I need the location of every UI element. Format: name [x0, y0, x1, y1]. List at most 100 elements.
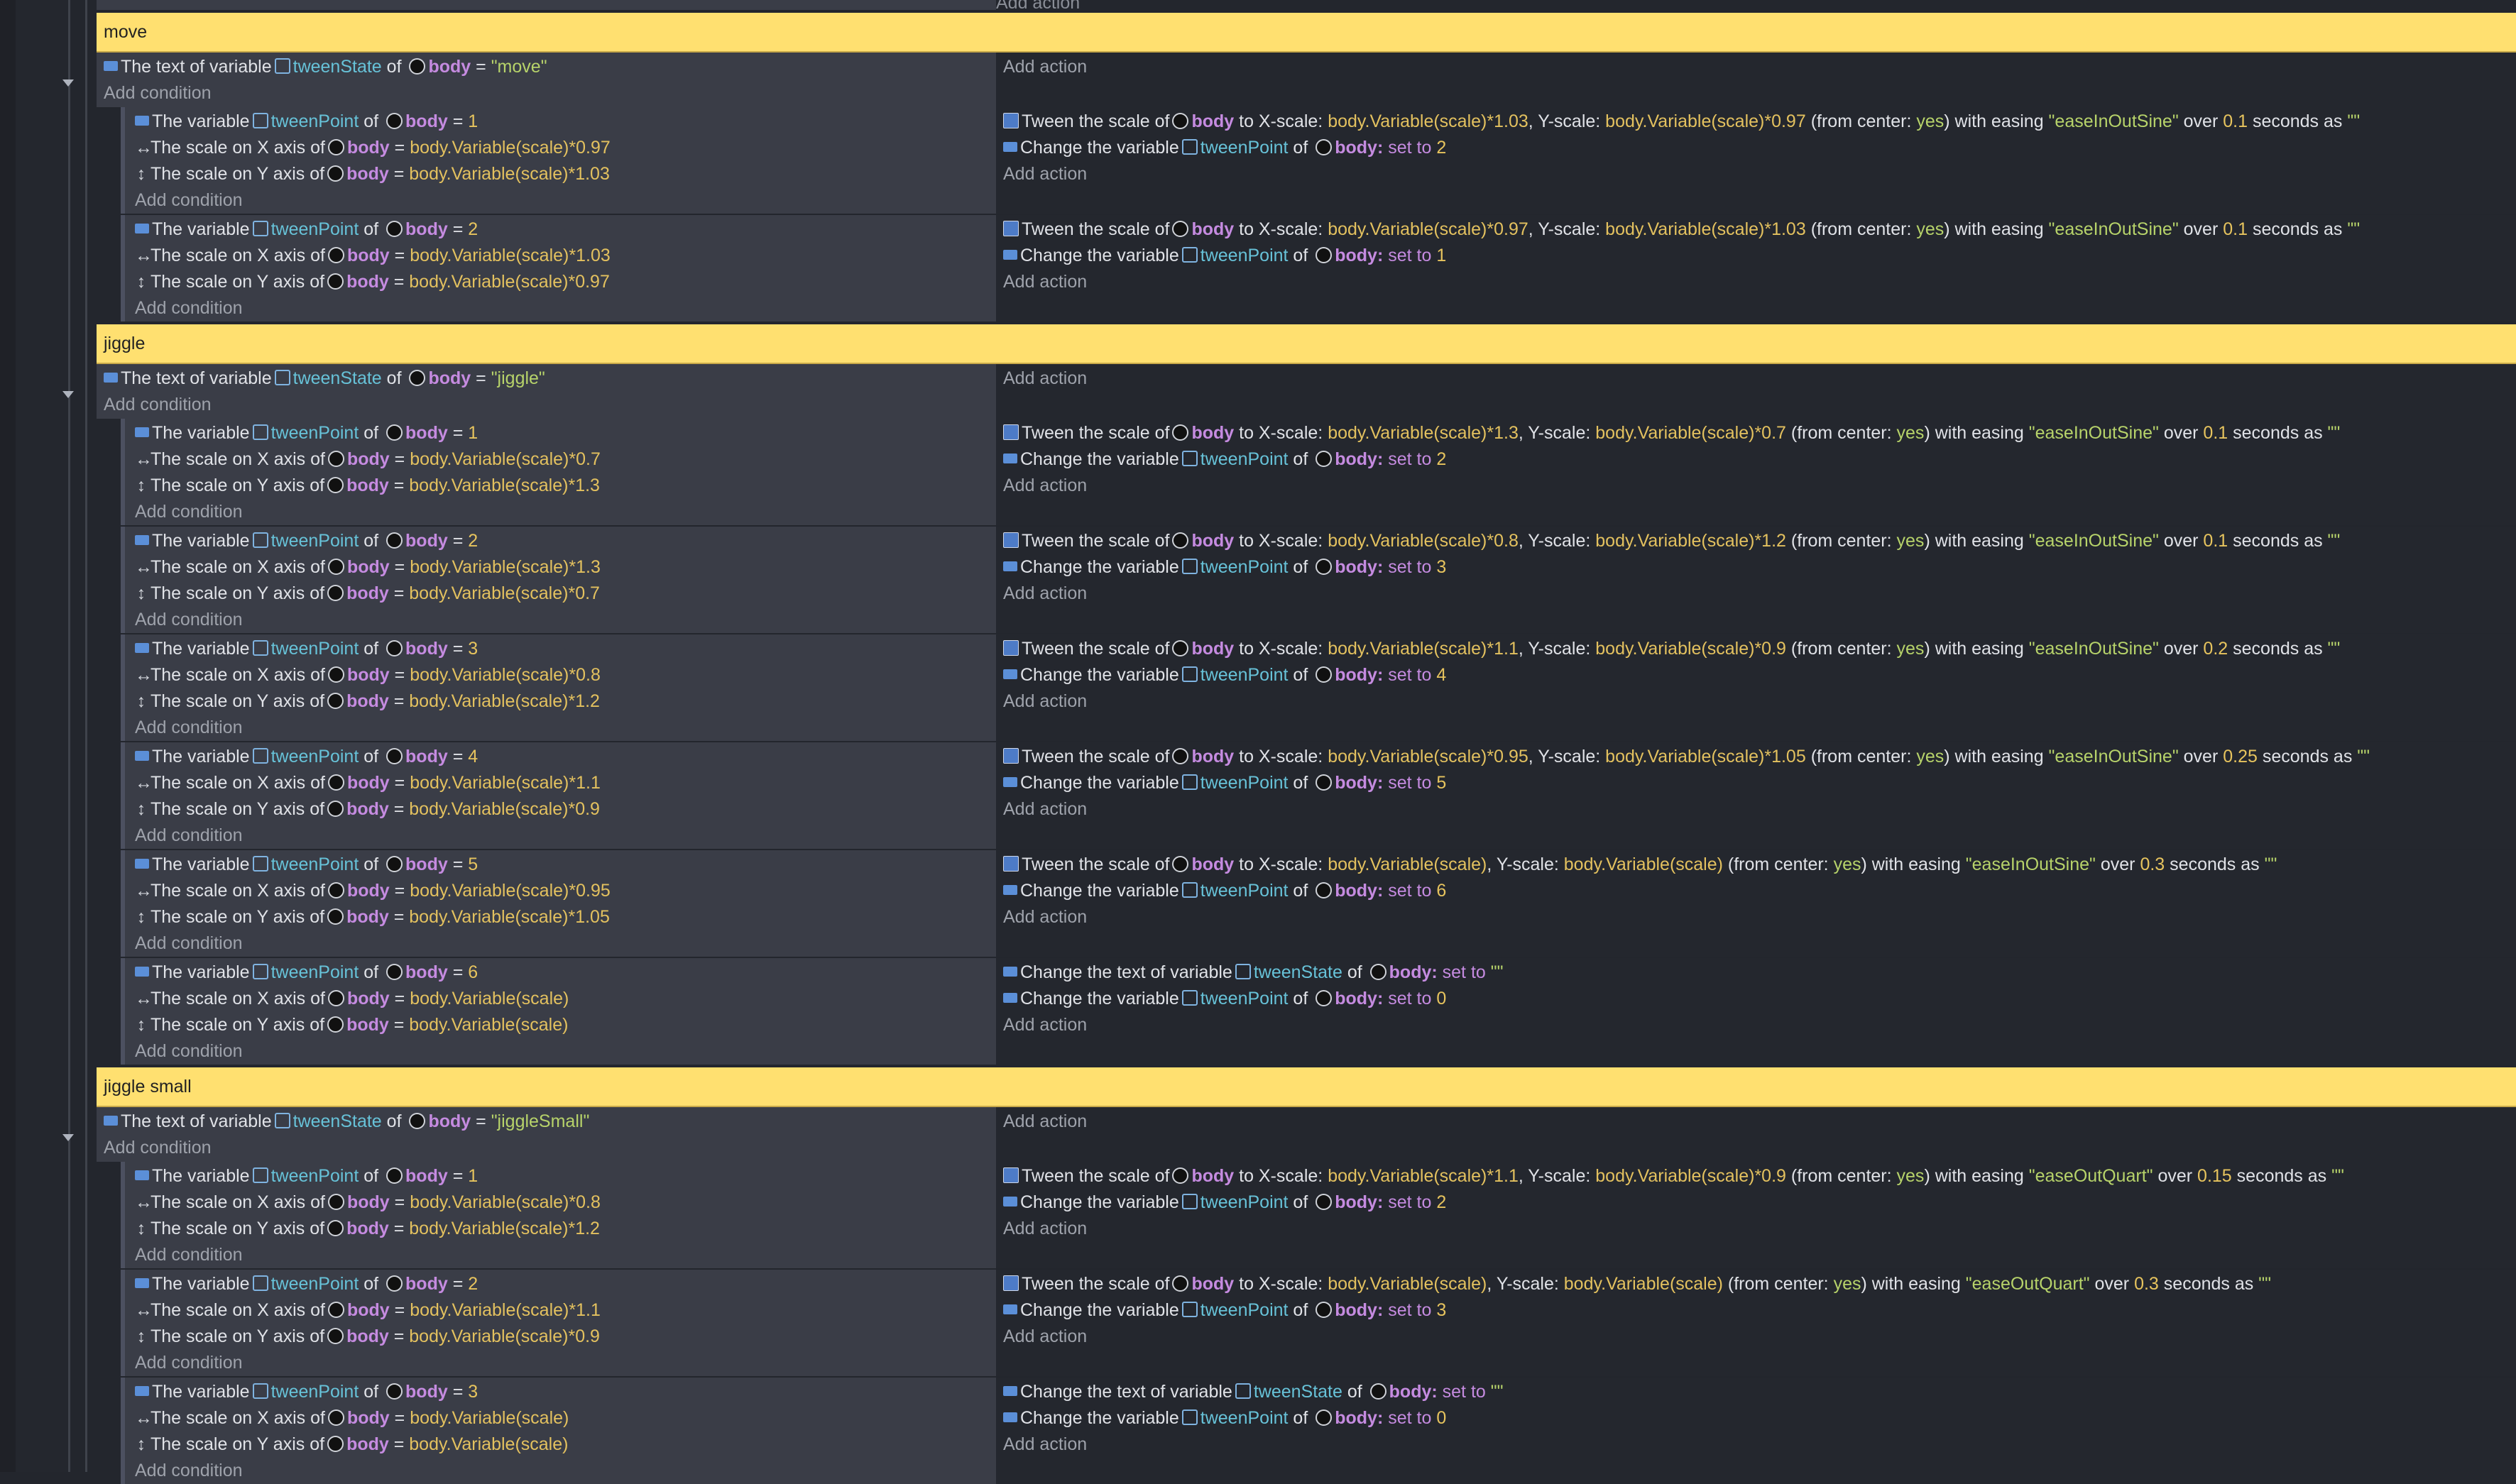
action-row[interactable]: Change the variable tweenPoint of body: s…: [1003, 1189, 1446, 1216]
add-action-link[interactable]: Add action: [1003, 796, 1087, 823]
condition-row[interactable]: ↕ The scale on Y axis of body = body.Varia…: [135, 796, 600, 823]
condition-row[interactable]: ↕ The scale on Y axis of body = body.Varia…: [135, 161, 610, 187]
add-action-link[interactable]: Add action: [996, 0, 1080, 13]
add-condition-link[interactable]: Add condition: [135, 1242, 243, 1268]
add-condition-link[interactable]: Add condition: [135, 1350, 243, 1376]
action-row[interactable]: Change the variable tweenPoint of body: s…: [1003, 770, 1446, 796]
add-action-link[interactable]: Add action: [1003, 161, 1087, 187]
condition-row[interactable]: ↔The scale on X axis of body = body.Varia…: [135, 770, 601, 796]
condition-row[interactable]: ↕ The scale on Y axis of body = body.Varia…: [135, 1216, 600, 1242]
condition-row[interactable]: The variable tweenPoint of body = 6: [135, 960, 478, 986]
text-segment: ) with easing: [1944, 111, 2049, 131]
condition-row[interactable]: The text of variable tweenState of body =…: [104, 365, 545, 392]
condition-row[interactable]: ↕ The scale on Y axis of body = body.Varia…: [135, 473, 600, 499]
condition-row[interactable]: ↔The scale on X axis of body = body.Varia…: [135, 135, 611, 161]
add-action-link[interactable]: Add action: [1003, 904, 1087, 930]
condition-row[interactable]: ↔The scale on X axis of body = body.Varia…: [135, 1405, 569, 1431]
condition-row[interactable]: The variable tweenPoint of body = 2: [135, 216, 478, 243]
add-action-link[interactable]: Add action: [1003, 54, 1087, 80]
action-row[interactable]: Tween the scale of body to X-scale: body.…: [1003, 636, 2340, 662]
condition-row[interactable]: ↔The scale on X axis of body = body.Varia…: [135, 1189, 601, 1216]
vertical-arrows-icon: ↕: [136, 1434, 146, 1454]
group-header[interactable]: move: [97, 13, 2516, 53]
action-row[interactable]: Tween the scale of body to X-scale: body.…: [1003, 528, 2340, 554]
collapse-toggle[interactable]: [62, 1134, 74, 1141]
action-row[interactable]: Tween the scale of body to X-scale: body.…: [1003, 744, 2370, 770]
action-row[interactable]: Change the variable tweenPoint of body: s…: [1003, 243, 1446, 269]
action-row[interactable]: Tween the scale of body to X-scale: body.…: [1003, 109, 2360, 135]
action-row[interactable]: Tween the scale of body to X-scale: body.…: [1003, 1271, 2271, 1297]
expression-value: body.Variable(scale)*1.1: [1328, 1166, 1519, 1186]
condition-row[interactable]: The variable tweenPoint of body = 1: [135, 109, 478, 135]
condition-row[interactable]: ↕ The scale on Y axis of body = body.Varia…: [135, 1431, 569, 1458]
action-row[interactable]: Change the variable tweenPoint of body: s…: [1003, 1405, 1446, 1431]
condition-row[interactable]: ↕ The scale on Y axis of body = body.Varia…: [135, 904, 610, 930]
object-icon: [1172, 747, 1189, 764]
condition-row[interactable]: The variable tweenPoint of body = 1: [135, 420, 478, 446]
add-condition-link[interactable]: Add condition: [104, 1135, 212, 1161]
text-segment: seconds as: [2228, 423, 2328, 443]
condition-row[interactable]: The variable tweenPoint of body = 2: [135, 528, 478, 554]
condition-row[interactable]: The variable tweenPoint of body = 3: [135, 636, 478, 662]
add-action-link[interactable]: Add action: [1003, 1109, 1087, 1135]
add-action-link[interactable]: Add action: [1003, 1324, 1087, 1350]
add-condition-link[interactable]: Add condition: [135, 823, 243, 849]
action-row[interactable]: Change the variable tweenPoint of body: s…: [1003, 554, 1446, 581]
add-action-link[interactable]: Add action: [1003, 581, 1087, 607]
action-row[interactable]: Change the variable tweenPoint of body: s…: [1003, 135, 1446, 161]
add-condition-link[interactable]: Add condition: [135, 295, 243, 321]
add-condition-link[interactable]: Add condition: [104, 392, 212, 418]
add-condition-link[interactable]: Add condition: [135, 1458, 243, 1484]
add-condition-link[interactable]: Add condition: [135, 930, 243, 957]
group-header[interactable]: jiggle: [97, 324, 2516, 364]
condition-row[interactable]: The variable tweenPoint of body = 5: [135, 852, 478, 878]
action-row[interactable]: Change the variable tweenPoint of body: s…: [1003, 1297, 1446, 1324]
condition-row[interactable]: ↔The scale on X axis of body = body.Varia…: [135, 662, 601, 688]
condition-row[interactable]: The variable tweenPoint of body = 2: [135, 1271, 478, 1297]
action-row[interactable]: Tween the scale of body to X-scale: body.…: [1003, 852, 2277, 878]
add-condition-link[interactable]: Add condition: [135, 499, 243, 525]
add-action-link[interactable]: Add action: [1003, 473, 1087, 499]
action-row[interactable]: Change the text of variable tweenState of…: [1003, 1379, 1504, 1405]
collapse-toggle[interactable]: [62, 391, 74, 398]
condition-row[interactable]: ↔The scale on X axis of body = body.Varia…: [135, 878, 611, 904]
add-condition-link[interactable]: Add condition: [104, 80, 212, 106]
action-row[interactable]: Tween the scale of body to X-scale: body.…: [1003, 1163, 2344, 1189]
condition-row[interactable]: ↔The scale on X axis of body = body.Varia…: [135, 1297, 601, 1324]
add-condition-link[interactable]: Add condition: [135, 187, 243, 214]
condition-row[interactable]: The variable tweenPoint of body = 4: [135, 744, 478, 770]
action-row[interactable]: Change the variable tweenPoint of body: s…: [1003, 986, 1446, 1012]
condition-row[interactable]: ↕ The scale on Y axis of body = body.Varia…: [135, 1324, 600, 1350]
add-condition-link[interactable]: Add condition: [135, 715, 243, 741]
collapse-toggle[interactable]: [62, 79, 74, 87]
condition-row[interactable]: ↔The scale on X axis of body = body.Varia…: [135, 243, 611, 269]
condition-row[interactable]: The variable tweenPoint of body = 1: [135, 1163, 478, 1189]
condition-row[interactable]: ↕ The scale on Y axis of body = body.Varia…: [135, 269, 610, 295]
action-row[interactable]: Tween the scale of body to X-scale: body.…: [1003, 420, 2340, 446]
expression-value: body.Variable(scale): [1563, 854, 1723, 874]
action-row[interactable]: Change the variable tweenPoint of body: s…: [1003, 662, 1446, 688]
condition-row[interactable]: ↕ The scale on Y axis of body = body.Varia…: [135, 1012, 569, 1038]
add-condition-link[interactable]: Add condition: [135, 607, 243, 633]
object-icon: [386, 639, 403, 656]
condition-row[interactable]: ↔The scale on X axis of body = body.Varia…: [135, 446, 601, 473]
add-action-link[interactable]: Add action: [1003, 365, 1087, 392]
group-header[interactable]: jiggle small: [97, 1067, 2516, 1107]
add-condition-link[interactable]: Add condition: [135, 1038, 243, 1065]
condition-row[interactable]: ↔The scale on X axis of body = body.Varia…: [135, 554, 601, 581]
action-row[interactable]: Change the text of variable tweenState of…: [1003, 960, 1504, 986]
add-action-link[interactable]: Add action: [1003, 1216, 1087, 1242]
action-row[interactable]: Change the variable tweenPoint of body: s…: [1003, 878, 1446, 904]
action-row[interactable]: Change the variable tweenPoint of body: s…: [1003, 446, 1446, 473]
add-action-link[interactable]: Add action: [1003, 1012, 1087, 1038]
condition-row[interactable]: The variable tweenPoint of body = 3: [135, 1379, 478, 1405]
condition-row[interactable]: ↕ The scale on Y axis of body = body.Varia…: [135, 581, 600, 607]
condition-row[interactable]: ↕ The scale on Y axis of body = body.Varia…: [135, 688, 600, 715]
add-action-link[interactable]: Add action: [1003, 688, 1087, 715]
action-row[interactable]: Tween the scale of body to X-scale: body.…: [1003, 216, 2360, 243]
add-action-link[interactable]: Add action: [1003, 269, 1087, 295]
condition-row[interactable]: The text of variable tweenState of body =…: [104, 1109, 589, 1135]
add-action-link[interactable]: Add action: [1003, 1431, 1087, 1458]
condition-row[interactable]: ↔The scale on X axis of body = body.Varia…: [135, 986, 569, 1012]
condition-row[interactable]: The text of variable tweenState of body =…: [104, 54, 547, 80]
